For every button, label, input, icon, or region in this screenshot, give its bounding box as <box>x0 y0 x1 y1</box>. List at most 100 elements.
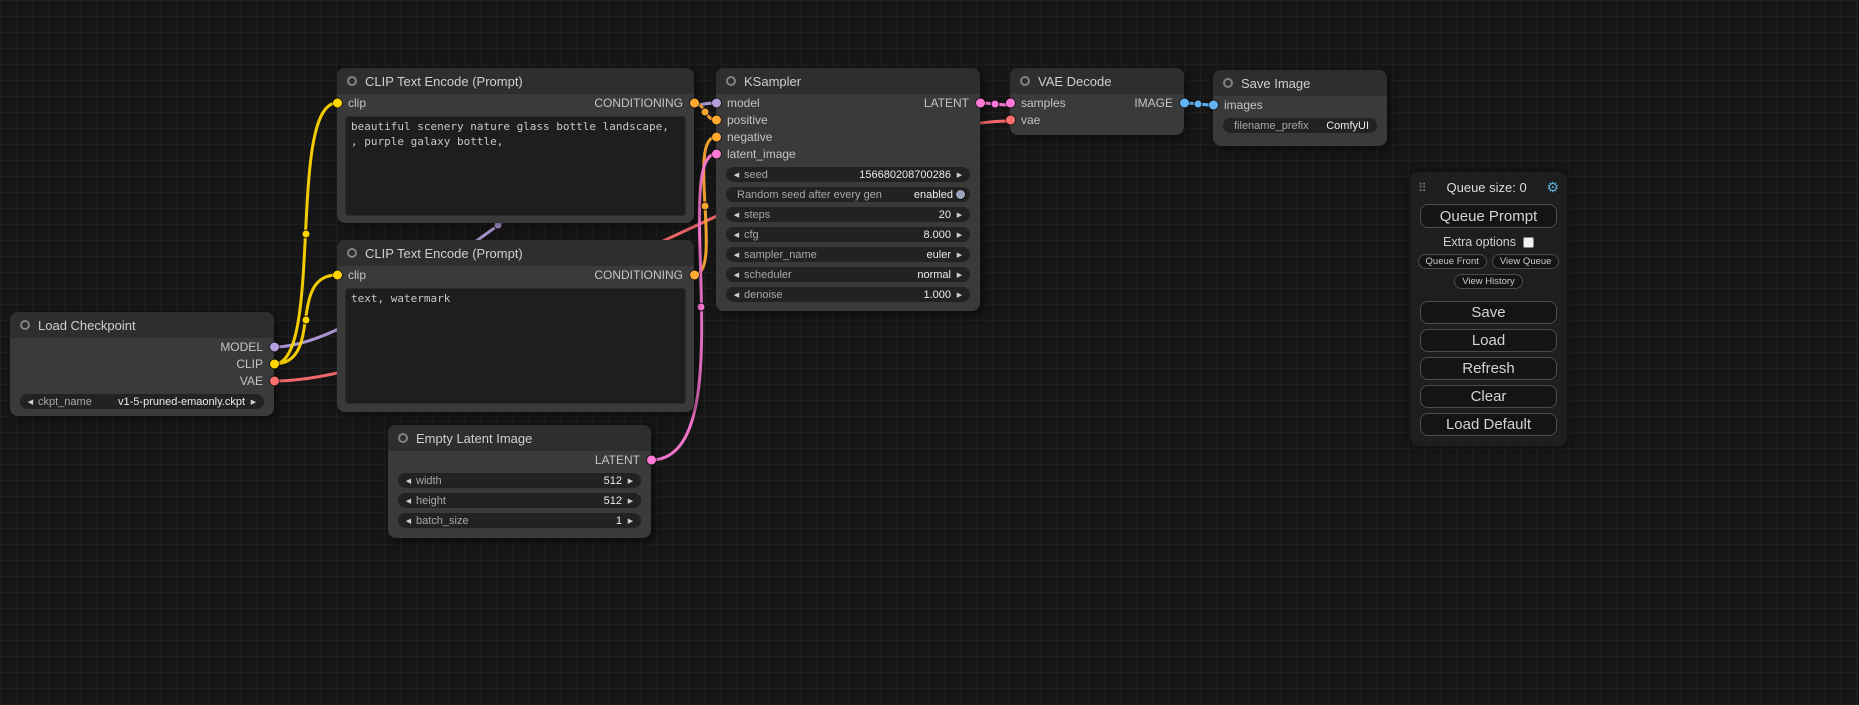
clear-button[interactable]: Clear <box>1420 385 1557 408</box>
refresh-button[interactable]: Refresh <box>1420 357 1557 380</box>
input-slot-model[interactable] <box>712 98 721 107</box>
output-label-conditioning: CONDITIONING <box>594 96 683 110</box>
widget-width[interactable]: ◀ width 512 ▶ <box>398 473 641 488</box>
widget-ckpt-name[interactable]: ◀ ckpt_name v1-5-pruned-emaonly.ckpt ▶ <box>20 394 264 409</box>
widget-value: v1-5-pruned-emaonly.ckpt <box>118 396 245 408</box>
output-slot-conditioning[interactable] <box>690 271 699 280</box>
increment-arrow-icon[interactable]: ▶ <box>954 271 965 279</box>
widget-cfg[interactable]: ◀ cfg 8.000 ▶ <box>726 227 970 242</box>
decrement-arrow-icon[interactable]: ◀ <box>731 271 742 279</box>
increment-arrow-icon[interactable]: ▶ <box>625 497 636 505</box>
input-slot-positive[interactable] <box>712 115 721 124</box>
decrement-arrow-icon[interactable]: ◀ <box>731 231 742 239</box>
node-save-image[interactable]: Save Image images filename_prefix ComfyU… <box>1213 70 1387 146</box>
decrement-arrow-icon[interactable]: ◀ <box>731 291 742 299</box>
node-title-bar[interactable]: Save Image <box>1213 70 1387 96</box>
queue-front-button[interactable]: Queue Front <box>1418 254 1487 269</box>
graph-canvas[interactable]: Load Checkpoint MODEL CLIP VAE ◀ ckpt_na… <box>0 0 1859 705</box>
widget-batch-size[interactable]: ◀ batch_size 1 ▶ <box>398 513 641 528</box>
widget-seed[interactable]: ◀ seed 156680208700286 ▶ <box>726 167 970 182</box>
view-history-button[interactable]: View History <box>1454 274 1523 289</box>
increment-arrow-icon[interactable]: ▶ <box>625 477 636 485</box>
drag-handle-icon[interactable]: ⠿ <box>1418 181 1427 195</box>
view-queue-button[interactable]: View Queue <box>1492 254 1560 269</box>
queue-size-label: Queue size: 0 <box>1427 180 1547 195</box>
decrement-arrow-icon[interactable]: ◀ <box>403 477 414 485</box>
node-vae-decode[interactable]: VAE Decode samples IMAGE vae <box>1010 68 1184 135</box>
output-slot-clip[interactable] <box>270 359 279 368</box>
input-label-latent-image: latent_image <box>727 147 796 161</box>
node-title-bar[interactable]: KSampler <box>716 68 980 94</box>
save-button[interactable]: Save <box>1420 301 1557 324</box>
widget-filename-prefix[interactable]: filename_prefix ComfyUI <box>1223 118 1377 133</box>
increment-arrow-icon[interactable]: ▶ <box>954 291 965 299</box>
widget-sampler-name[interactable]: ◀ sampler_name euler ▶ <box>726 247 970 262</box>
collapse-dot-icon[interactable] <box>347 76 357 86</box>
widget-steps[interactable]: ◀ steps 20 ▶ <box>726 207 970 222</box>
collapse-dot-icon[interactable] <box>347 248 357 258</box>
node-clip-text-encode-positive[interactable]: CLIP Text Encode (Prompt) clip CONDITION… <box>337 68 694 223</box>
input-slot-vae[interactable] <box>1006 115 1015 124</box>
settings-gear-icon[interactable]: ⚙ <box>1546 179 1559 196</box>
output-slot-conditioning[interactable] <box>690 99 699 108</box>
increment-arrow-icon[interactable]: ▶ <box>625 517 636 525</box>
input-slot-images[interactable] <box>1209 100 1218 109</box>
output-label-model: MODEL <box>220 340 263 354</box>
decrement-arrow-icon[interactable]: ◀ <box>403 517 414 525</box>
node-title-bar[interactable]: CLIP Text Encode (Prompt) <box>337 240 694 266</box>
queue-prompt-button[interactable]: Queue Prompt <box>1420 204 1557 228</box>
node-load-checkpoint[interactable]: Load Checkpoint MODEL CLIP VAE ◀ ckpt_na… <box>10 312 274 416</box>
increment-arrow-icon[interactable]: ▶ <box>954 171 965 179</box>
output-slot-vae[interactable] <box>270 376 279 385</box>
collapse-dot-icon[interactable] <box>1020 76 1030 86</box>
node-title-bar[interactable]: Empty Latent Image <box>388 425 651 451</box>
increment-arrow-icon[interactable]: ▶ <box>954 211 965 219</box>
widget-value: euler <box>927 249 951 261</box>
output-slot-model[interactable] <box>270 342 279 351</box>
load-default-button[interactable]: Load Default <box>1420 413 1557 436</box>
input-slot-samples[interactable] <box>1006 98 1015 107</box>
positive-prompt-textarea[interactable]: beautiful scenery nature glass bottle la… <box>345 116 686 216</box>
input-slot-latent-image[interactable] <box>712 149 721 158</box>
input-slot-negative[interactable] <box>712 132 721 141</box>
output-label-latent: LATENT <box>595 453 640 467</box>
negative-prompt-textarea[interactable]: text, watermark <box>345 288 686 404</box>
input-slot-clip[interactable] <box>333 99 342 108</box>
widget-name: ckpt_name <box>38 396 92 408</box>
output-slot-image[interactable] <box>1180 98 1189 107</box>
node-clip-text-encode-negative[interactable]: CLIP Text Encode (Prompt) clip CONDITION… <box>337 240 694 412</box>
collapse-dot-icon[interactable] <box>20 320 30 330</box>
input-slot-clip[interactable] <box>333 271 342 280</box>
decrement-arrow-icon[interactable]: ◀ <box>403 497 414 505</box>
node-title-bar[interactable]: CLIP Text Encode (Prompt) <box>337 68 694 94</box>
decrement-arrow-icon[interactable]: ◀ <box>731 211 742 219</box>
widget-value: 8.000 <box>923 229 951 241</box>
widget-name: Random seed after every gen <box>737 189 882 201</box>
node-title-bar[interactable]: VAE Decode <box>1010 68 1184 94</box>
widget-random-seed-toggle[interactable]: Random seed after every gen enabled <box>726 187 970 202</box>
node-title-text: CLIP Text Encode (Prompt) <box>365 74 523 89</box>
collapse-dot-icon[interactable] <box>726 76 736 86</box>
increment-arrow-icon[interactable]: ▶ <box>248 398 259 406</box>
output-slot-latent[interactable] <box>976 98 985 107</box>
increment-arrow-icon[interactable]: ▶ <box>954 231 965 239</box>
output-slot-latent[interactable] <box>647 455 656 464</box>
widget-denoise[interactable]: ◀ denoise 1.000 ▶ <box>726 287 970 302</box>
decrement-arrow-icon[interactable]: ◀ <box>731 251 742 259</box>
collapse-dot-icon[interactable] <box>1223 78 1233 88</box>
decrement-arrow-icon[interactable]: ◀ <box>25 398 36 406</box>
node-empty-latent-image[interactable]: Empty Latent Image LATENT ◀ width 512 ▶ … <box>388 425 651 538</box>
increment-arrow-icon[interactable]: ▶ <box>954 251 965 259</box>
extra-options-checkbox[interactable] <box>1523 237 1534 248</box>
decrement-arrow-icon[interactable]: ◀ <box>731 171 742 179</box>
widget-name: steps <box>744 209 770 221</box>
node-title-bar[interactable]: Load Checkpoint <box>10 312 274 338</box>
widget-scheduler[interactable]: ◀ scheduler normal ▶ <box>726 267 970 282</box>
load-button[interactable]: Load <box>1420 329 1557 352</box>
collapse-dot-icon[interactable] <box>398 433 408 443</box>
node-ksampler[interactable]: KSampler model LATENT positive negative … <box>716 68 980 311</box>
node-title-text: Save Image <box>1241 76 1310 91</box>
toggle-knob-icon[interactable] <box>956 190 965 199</box>
widget-height[interactable]: ◀ height 512 ▶ <box>398 493 641 508</box>
widget-name: seed <box>744 169 768 181</box>
